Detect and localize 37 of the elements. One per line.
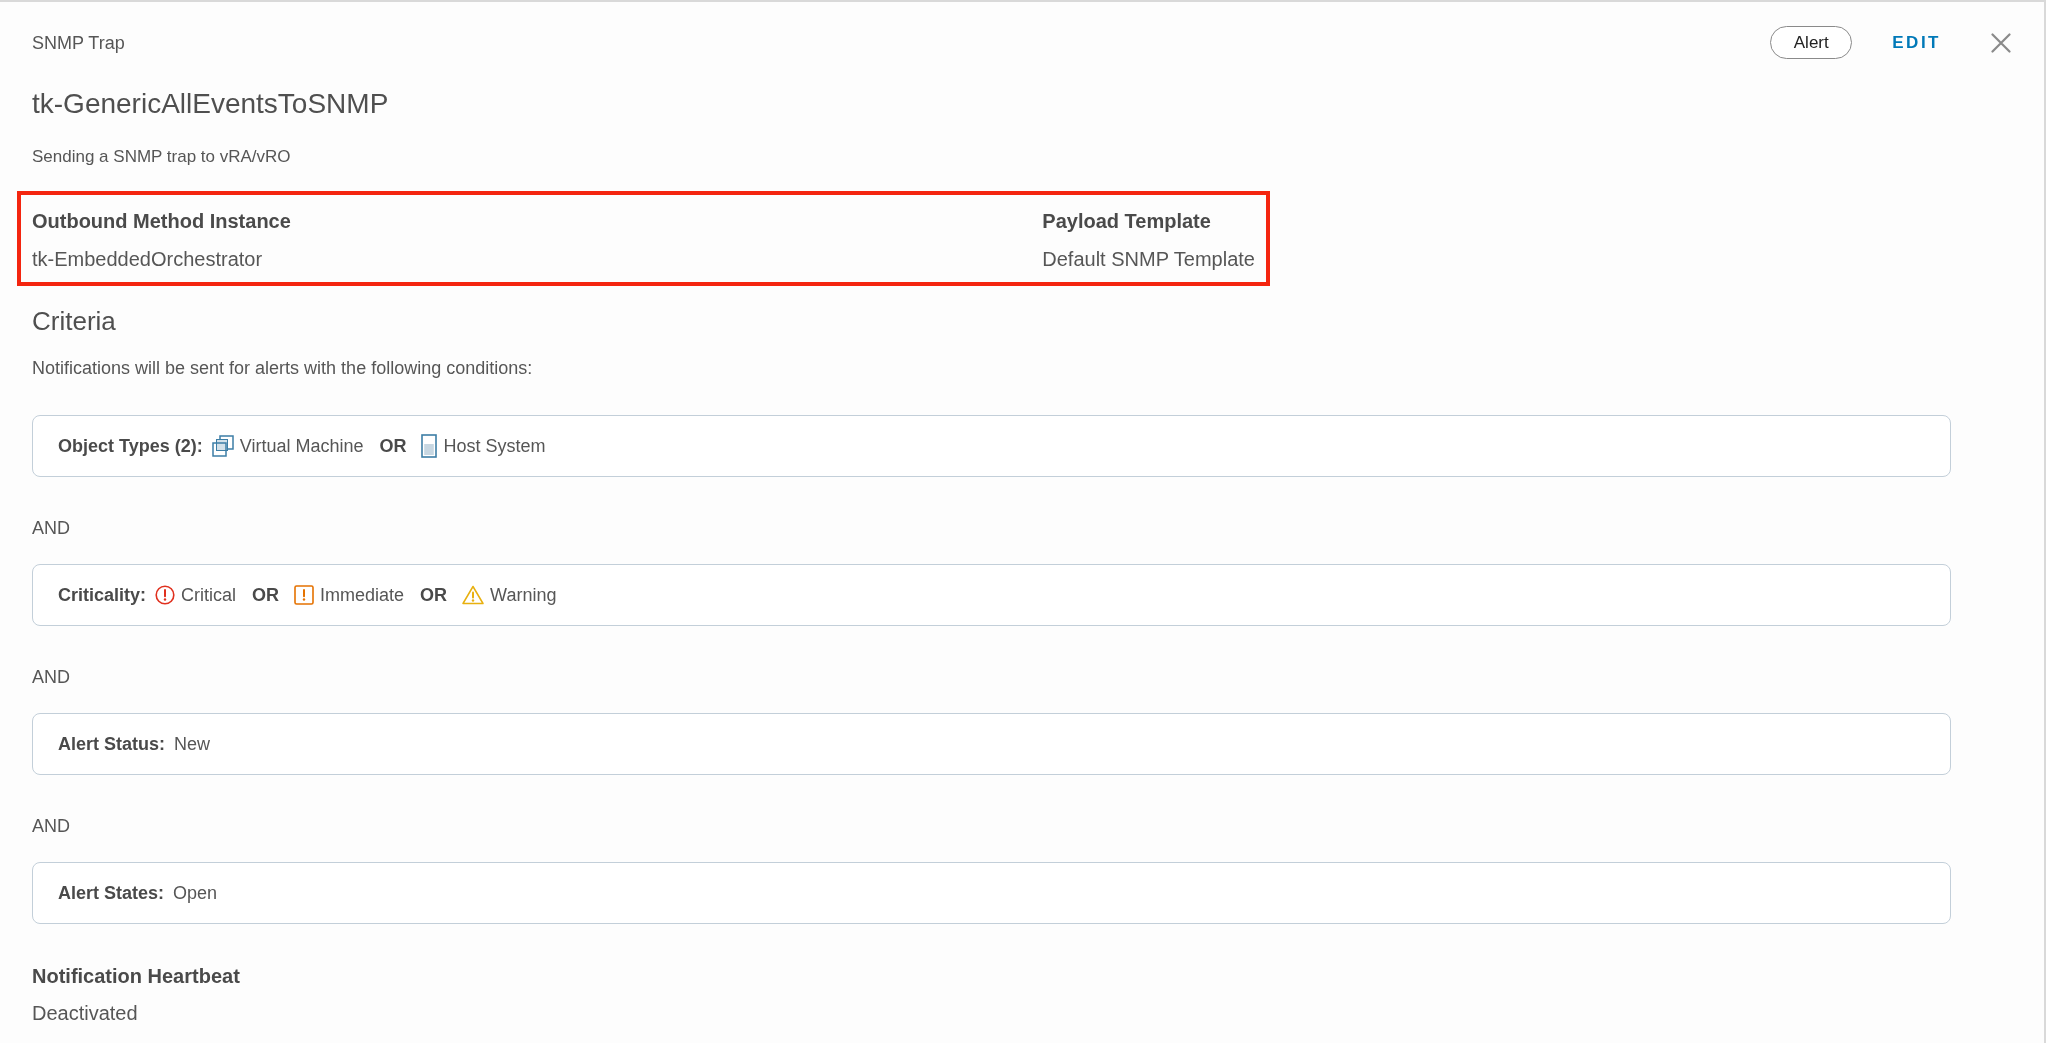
rule-description: Sending a SNMP trap to vRA/vRO xyxy=(32,146,292,168)
option-separator: OR xyxy=(379,435,407,458)
field-value: Default SNMP Template xyxy=(1042,247,1255,272)
alert-tag: Alert xyxy=(1770,26,1853,59)
field-value: tk-EmbeddedOrchestrator xyxy=(32,247,264,272)
condition-value: New xyxy=(174,733,211,756)
panel-type-label: SNMP Trap xyxy=(32,31,125,54)
close-icon xyxy=(1991,32,2011,53)
condition-value: Warning xyxy=(490,584,557,607)
condition-value: Virtual Machine xyxy=(239,435,364,458)
condition-value: Immediate xyxy=(320,584,405,607)
criteria-intro: Notifications will be sent for alerts with the following conditions: xyxy=(32,357,534,380)
field-label: Payload Template xyxy=(1042,209,1212,234)
field-label: Notification Heartbeat xyxy=(32,964,241,989)
option-separator: OR xyxy=(420,584,448,607)
condition-label: Object Types (2): xyxy=(58,435,203,458)
edit-button[interactable]: EDIT xyxy=(1892,31,1941,54)
condition-joiner: AND xyxy=(32,815,70,838)
condition-joiner: AND xyxy=(32,517,70,540)
condition-label: Alert Status: xyxy=(58,733,165,756)
server-icon xyxy=(421,434,438,458)
condition-value: Open xyxy=(173,882,218,905)
option-separator: OR xyxy=(252,584,280,607)
condition-label: Alert States: xyxy=(58,882,165,905)
condition-value: Host System xyxy=(443,435,546,458)
close-button[interactable] xyxy=(1991,32,2011,53)
field-value: Deactivated xyxy=(32,1001,139,1026)
condition-value: Critical xyxy=(181,584,237,607)
condition-joiner: AND xyxy=(32,666,70,689)
exclamation-square-icon xyxy=(294,585,315,605)
warning-triangle-icon xyxy=(462,585,485,605)
condition-label: Criticality: xyxy=(58,584,147,607)
field-label: Outbound Method Instance xyxy=(32,209,291,234)
rule-title: tk-GenericAllEventsToSNMP xyxy=(32,87,390,121)
section-heading: Criteria xyxy=(32,305,117,337)
overlapping-squares-icon xyxy=(211,435,234,457)
exclamation-circle-icon xyxy=(155,585,176,605)
